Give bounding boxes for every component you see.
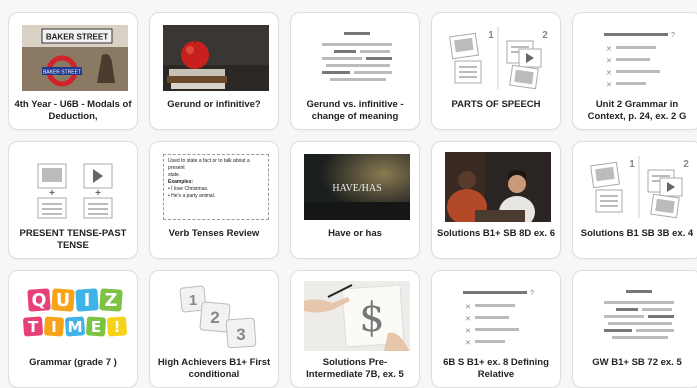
svg-text:U: U <box>56 291 70 311</box>
thumb-sign-text: BAKER STREET <box>46 33 108 42</box>
svg-text:T: T <box>28 318 39 336</box>
svg-text:+: + <box>95 188 101 199</box>
card-title: Verb Tenses Review <box>168 228 260 239</box>
thumb-bullet: He's a party animal. <box>171 193 216 199</box>
quiz-letter-tile: Q <box>27 288 51 312</box>
svg-text:✕: ✕ <box>465 304 471 311</box>
activity-card[interactable]: BAKER STREET BAKER STREET 4th Year - U6B… <box>8 12 138 130</box>
svg-text:✕: ✕ <box>606 70 612 77</box>
svg-text:I: I <box>84 291 91 311</box>
quiz-letter-tile: E <box>86 316 106 337</box>
activity-card[interactable]: 1 2 Solutions B1 SB 3B ex. 4 <box>572 141 697 259</box>
group-sort-placeholder-icon: + + <box>22 154 128 220</box>
card-title: Gerund or infinitive? <box>167 99 261 110</box>
card-title: Solutions B1 SB 3B ex. 4 <box>580 228 694 239</box>
activity-card[interactable]: Solutions B1+ SB 8D ex. 6 <box>431 141 561 259</box>
svg-text:✕: ✕ <box>606 82 612 89</box>
quiz-letter-tile: I <box>75 288 99 312</box>
thumb-number: 3 <box>236 325 245 344</box>
thumb-number: 2 <box>542 30 548 41</box>
quiz-letter-tile: I <box>44 316 64 337</box>
card-title: Solutions B1+ SB 8D ex. 6 <box>437 228 555 239</box>
thumb-number: 1 <box>189 292 197 309</box>
thumb-bullet: I love Christmas. <box>171 186 209 192</box>
thumb-line: state. <box>168 172 181 178</box>
card-thumbnail: HAVE/HAS <box>304 154 410 220</box>
svg-text:BAKER STREET: BAKER STREET <box>43 70 81 76</box>
match-up-placeholder-icon: 1 2 <box>445 25 551 91</box>
thumb-dollar: $ <box>359 295 384 341</box>
thumb-number: 1 <box>488 30 494 41</box>
thumb-caption: HAVE/HAS <box>332 183 381 194</box>
lines-placeholder-icon <box>304 25 410 91</box>
card-title: PARTS OF SPEECH <box>451 99 541 110</box>
svg-text:✕: ✕ <box>465 316 471 323</box>
svg-text:!: ! <box>114 318 121 336</box>
svg-text:M: M <box>67 318 82 336</box>
quiz-letter-tile: ! <box>107 316 127 337</box>
activity-card[interactable]: HAVE/HAS Have or has <box>290 141 420 259</box>
activity-card[interactable]: GW B1+ SB 72 ex. 5 <box>572 270 697 388</box>
quiz-placeholder-icon: ? ✕ ✕ ✕ ✕ <box>445 283 551 349</box>
activity-card[interactable]: 1 2 3 High Achievers B1+ First condition… <box>149 270 279 388</box>
card-title: 4th Year - U6B - Modals of Deduction, <box>14 99 132 122</box>
svg-text:I: I <box>51 318 57 336</box>
thumb-number: 2 <box>683 159 689 170</box>
svg-text:✕: ✕ <box>465 328 471 335</box>
svg-text:✕: ✕ <box>606 58 612 65</box>
thumb-question-mark: ? <box>530 290 534 297</box>
card-thumbnail <box>163 25 269 91</box>
card-title: GW B1+ SB 72 ex. 5 <box>592 357 682 368</box>
quiz-letter-tile: M <box>65 316 85 337</box>
activity-card[interactable]: Gerund vs. infinitive - change of meanin… <box>290 12 420 130</box>
thumb-line: • I love Christmas. <box>168 186 209 192</box>
activity-grid: BAKER STREET BAKER STREET 4th Year - U6B… <box>8 12 697 388</box>
svg-text:E: E <box>91 318 101 336</box>
thumb-question-mark: ? <box>671 32 675 39</box>
svg-text:Z: Z <box>105 291 118 311</box>
match-up-placeholder-icon: 1 2 <box>586 154 692 220</box>
activity-card[interactable]: ? ✕ ✕ ✕ ✕ 6B S B1+ ex. 8 Defining Relati… <box>431 270 561 388</box>
card-thumbnail: BAKER STREET BAKER STREET <box>22 25 128 91</box>
card-title: Have or has <box>328 228 382 239</box>
activity-card[interactable]: $ Solutions Pre-Intermediate 7B, ex. 5 <box>290 270 420 388</box>
card-thumbnail: $ <box>304 281 410 351</box>
card-title: High Achievers B1+ First conditional <box>157 357 271 380</box>
card-title: PRESENT TENSE-PAST TENSE <box>19 228 127 251</box>
numbered-tiles-icon: 1 2 3 <box>163 283 269 349</box>
activity-card[interactable]: ? ✕ ✕ ✕ ✕ Unit 2 Grammar in Context, p. … <box>572 12 697 130</box>
activity-card[interactable]: Gerund or infinitive? <box>149 12 279 130</box>
svg-text:✕: ✕ <box>465 340 471 347</box>
quiz-letter-tile: U <box>51 288 75 312</box>
quiz-letter-tile: T <box>23 316 43 337</box>
card-title: Grammar (grade 7 ) <box>29 357 117 368</box>
card-thumbnail <box>445 152 551 222</box>
card-title: 6B S B1+ ex. 8 Defining Relative <box>443 357 549 380</box>
lines-placeholder-icon <box>586 283 692 349</box>
card-title: Solutions Pre-Intermediate 7B, ex. 5 <box>306 357 404 380</box>
thumb-line: Used to state a fact or to talk about a … <box>168 158 250 171</box>
svg-text:+: + <box>49 188 55 199</box>
thumb-number: 1 <box>629 159 635 170</box>
quiz-placeholder-icon: ? ✕ ✕ ✕ ✕ <box>586 25 692 91</box>
quiz-letter-tile: Z <box>99 288 123 312</box>
thumb-line: • He's a party animal. <box>168 193 216 199</box>
quiz-time-logo: Q U I Z T I M E! <box>22 283 128 349</box>
activity-card[interactable]: + + PRESENT TENSE-PAST TENSE <box>8 141 138 259</box>
svg-text:✕: ✕ <box>606 46 612 53</box>
thumb-number: 2 <box>210 308 219 327</box>
activity-card[interactable]: 1 2 PARTS OF SPEECH <box>431 12 561 130</box>
text-card-thumbnail: Used to state a fact or to talk about a … <box>163 154 269 220</box>
svg-text:Q: Q <box>32 291 47 311</box>
activity-card[interactable]: Used to state a fact or to talk about a … <box>149 141 279 259</box>
activity-card[interactable]: Q U I Z T I M E! Grammar (grade 7 ) <box>8 270 138 388</box>
card-title: Unit 2 Grammar in Context, p. 24, ex. 2 … <box>587 99 687 122</box>
card-title: Gerund vs. infinitive - change of meanin… <box>306 99 404 122</box>
thumb-line: Examples: <box>168 179 194 185</box>
